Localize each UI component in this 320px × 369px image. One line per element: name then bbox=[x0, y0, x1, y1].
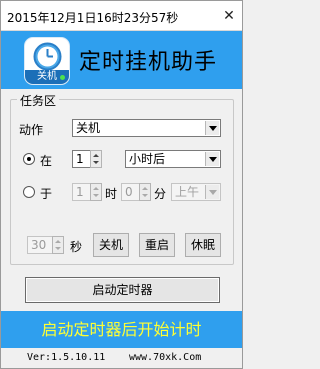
close-icon[interactable]: ✕ bbox=[220, 7, 238, 25]
chevron-down-icon[interactable] bbox=[205, 121, 219, 135]
sleep-button[interactable]: 休眠 bbox=[185, 233, 221, 257]
footer: Ver:1.5.10.11 www.70xk.Com bbox=[1, 348, 242, 368]
chevron-down-icon[interactable] bbox=[205, 185, 219, 199]
action-label: 动作 bbox=[19, 123, 44, 137]
clock-icon bbox=[33, 42, 62, 71]
header-banner: 关机 定时挂机助手 bbox=[1, 31, 242, 89]
radio-at[interactable] bbox=[23, 186, 35, 198]
at-minute-stepper[interactable] bbox=[139, 183, 151, 201]
after-amount-stepper[interactable] bbox=[90, 150, 102, 168]
hour-suffix: 时 bbox=[105, 187, 118, 201]
radio-after-label: 在 bbox=[40, 154, 53, 168]
after-amount-input[interactable]: 1 bbox=[72, 150, 91, 168]
minute-suffix: 分 bbox=[154, 187, 167, 201]
window-title: 2015年12月1日16时23分57秒 bbox=[7, 11, 179, 25]
start-timer-button[interactable]: 启动定时器 bbox=[25, 277, 220, 303]
status-banner: 启动定时器后开始计时 bbox=[1, 311, 242, 348]
seconds-input[interactable]: 30 bbox=[27, 236, 53, 254]
app-title: 定时挂机助手 bbox=[79, 50, 218, 75]
at-minute-input[interactable]: 0 bbox=[121, 183, 140, 201]
ampm-value: 上午 bbox=[175, 185, 200, 199]
shutdown-button[interactable]: 关机 bbox=[93, 233, 129, 257]
title-bar: 2015年12月1日16时23分57秒 ✕ bbox=[1, 1, 242, 31]
ampm-select[interactable]: 上午 bbox=[171, 183, 221, 201]
action-select[interactable]: 关机 bbox=[72, 119, 221, 137]
app-window: 2015年12月1日16时23分57秒 ✕ 关机 定时挂机助手 任务区 动作 关… bbox=[0, 0, 243, 369]
task-group-legend: 任务区 bbox=[17, 92, 60, 109]
radio-at-label: 于 bbox=[40, 187, 53, 201]
task-group: 任务区 动作 关机 在 1 小时后 于 1 时 0 分 上午 30 秒 关机 重… bbox=[10, 92, 234, 265]
chevron-down-icon[interactable] bbox=[205, 152, 219, 166]
after-unit-select[interactable]: 小时后 bbox=[125, 150, 221, 168]
seconds-suffix: 秒 bbox=[70, 240, 83, 254]
status-dot-icon bbox=[60, 75, 65, 80]
app-logo: 关机 bbox=[24, 37, 70, 85]
seconds-stepper[interactable] bbox=[52, 236, 64, 254]
website-link[interactable]: www.70xk.Com bbox=[129, 348, 201, 368]
restart-button[interactable]: 重启 bbox=[139, 233, 175, 257]
after-unit-value: 小时后 bbox=[129, 152, 166, 166]
version-label: Ver:1.5.10.11 bbox=[27, 352, 106, 363]
radio-after[interactable] bbox=[23, 153, 35, 165]
at-hour-input[interactable]: 1 bbox=[72, 183, 91, 201]
at-hour-stepper[interactable] bbox=[90, 183, 102, 201]
action-select-value: 关机 bbox=[76, 121, 101, 135]
